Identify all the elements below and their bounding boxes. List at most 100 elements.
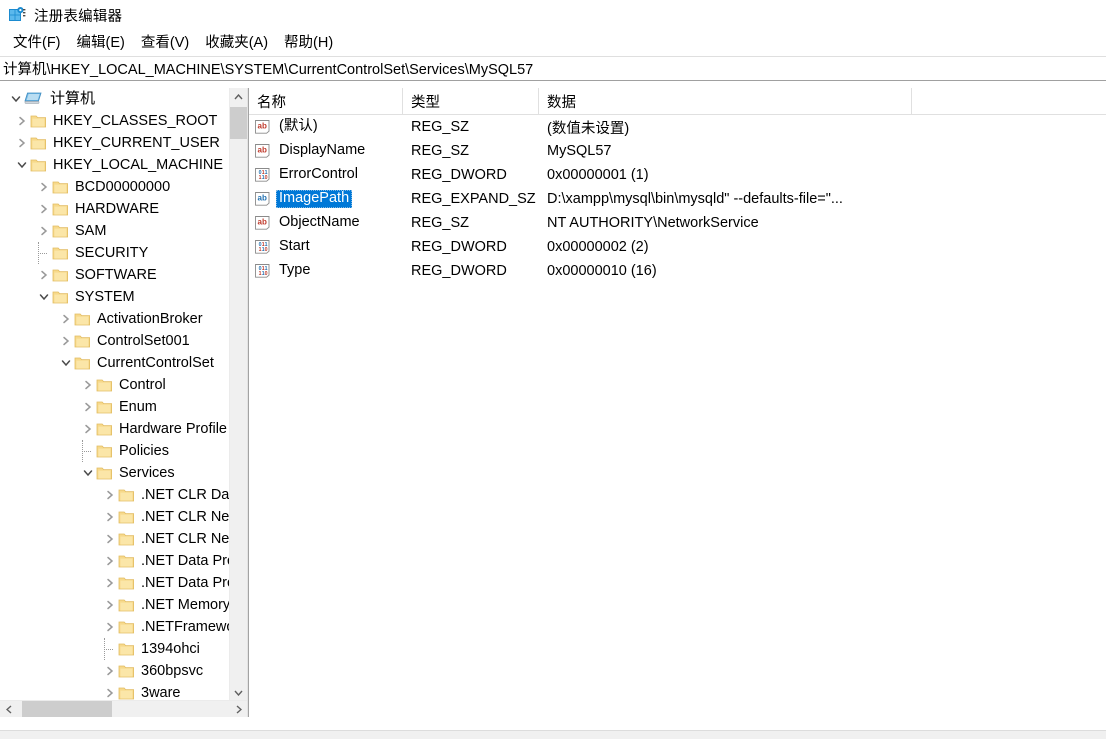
string-value-icon: ab [254,143,271,159]
tree-node-activationbroker[interactable]: ActivationBroker [0,308,247,330]
tree-horizontal-scrollbar[interactable] [0,700,247,717]
tree-node-label: HKEY_CURRENT_USER [53,135,220,151]
value-data-cell: 0x00000002 (2) [547,239,649,255]
tree-node-hkey-current-user[interactable]: HKEY_CURRENT_USER [0,132,247,154]
registry-value-row[interactable]: 0 1 1 1 1 0 Type REG_DWORD 0x00000010 (16) [249,259,1106,283]
folder-icon [118,686,135,701]
registry-value-row[interactable]: ab (默认) REG_SZ (数值未设置) [249,115,1106,139]
registry-value-row[interactable]: 0 1 1 1 1 0 Start REG_DWORD 0x00000002 (2) [249,235,1106,259]
column-header-name[interactable]: 名称 [249,88,403,114]
chevron-right-icon[interactable] [80,396,96,418]
svg-text:ab: ab [258,122,267,131]
tree-node-services[interactable]: Services [0,462,247,484]
chevron-down-icon[interactable] [8,88,24,110]
tree-node-net-clr-net[interactable]: .NET CLR Net [0,528,247,550]
scroll-right-arrow[interactable] [230,701,247,717]
folder-icon [118,664,135,679]
chevron-down-icon[interactable] [58,352,74,374]
chevron-right-icon[interactable] [58,330,74,352]
folder-icon [52,246,69,261]
tree-node-control[interactable]: Control [0,374,247,396]
tree-node-label: 3ware [141,685,181,701]
chevron-right-icon[interactable] [102,660,118,682]
folder-icon [30,158,47,173]
scroll-left-arrow[interactable] [0,701,17,717]
chevron-right-icon[interactable] [36,264,52,286]
registry-tree[interactable]: 计算机 HKEY_CLASSES_ROOT HKEY_CURRENT_USER HKE… [0,88,247,717]
tree-node-security[interactable]: SECURITY [0,242,247,264]
chevron-right-icon[interactable] [102,572,118,594]
tree-scroll-thumb[interactable] [230,107,247,139]
chevron-right-icon[interactable] [102,594,118,616]
chevron-right-icon[interactable] [102,616,118,638]
chevron-right-icon[interactable] [80,374,96,396]
column-header-data[interactable]: 数据 [539,88,912,114]
column-header-type[interactable]: 类型 [403,88,539,114]
tree-node-policies[interactable]: Policies [0,440,247,462]
tree-node-hkey-local-machine[interactable]: HKEY_LOCAL_MACHINE [0,154,247,176]
tree-node-360bpsvc[interactable]: 360bpsvc [0,660,247,682]
tree-node-net-clr-data[interactable]: .NET CLR Data [0,484,247,506]
value-name: ImagePath [276,190,353,208]
menu-view[interactable]: 查看(V) [133,29,197,55]
tree-node-1394ohci[interactable]: 1394ohci [0,638,247,660]
registry-value-row[interactable]: ab ObjectName REG_SZ NT AUTHORITY\NetworkSe… [249,211,1106,235]
tree-node-label: 计算机 [50,90,96,107]
tree-node-net-clr-net[interactable]: .NET CLR Net [0,506,247,528]
tree-hscroll-thumb[interactable] [22,701,112,717]
chevron-right-icon[interactable] [102,528,118,550]
value-data-cell: D:\xampp\mysql\bin\mysqld" --defaults-fi… [547,191,843,207]
chevron-right-icon[interactable] [80,418,96,440]
scroll-down-arrow[interactable] [230,684,247,701]
folder-icon [96,400,113,415]
tree-node-net-data-pro[interactable]: .NET Data Pro [0,572,247,594]
tree-node-hardware-profile[interactable]: Hardware Profile [0,418,247,440]
value-type-cell: REG_SZ [411,143,470,159]
tree-node-label: SYSTEM [75,289,135,305]
menu-help[interactable]: 帮助(H) [276,29,341,55]
tree-node-software[interactable]: SOFTWARE [0,264,247,286]
chevron-right-icon[interactable] [36,176,52,198]
tree-node-controlset001[interactable]: ControlSet001 [0,330,247,352]
chevron-right-icon[interactable] [102,506,118,528]
value-type-cell: REG_DWORD [411,263,507,279]
chevron-down-icon[interactable] [80,462,96,484]
tree-node-net-data-pro[interactable]: .NET Data Pro [0,550,247,572]
tree-node-sam[interactable]: SAM [0,220,247,242]
tree-node-bcd00000000[interactable]: BCD00000000 [0,176,247,198]
chevron-right-icon[interactable] [14,110,30,132]
scroll-up-arrow[interactable] [230,88,247,105]
tree-vertical-scrollbar[interactable] [229,88,247,701]
tree-node-label: 1394ohci [141,641,200,657]
folder-icon [118,532,135,547]
address-bar[interactable]: 计算机\HKEY_LOCAL_MACHINE\SYSTEM\CurrentCon… [0,56,1106,81]
chevron-right-icon[interactable] [36,198,52,220]
tree-hscroll-track[interactable] [17,701,230,717]
tree-node-hkey-classes-root[interactable]: HKEY_CLASSES_ROOT [0,110,247,132]
value-data-cell: NT AUTHORITY\NetworkService [547,215,759,231]
folder-icon [52,290,69,305]
tree-node-currentcontrolset[interactable]: CurrentControlSet [0,352,247,374]
chevron-right-icon[interactable] [36,220,52,242]
menu-edit[interactable]: 编辑(E) [69,29,133,55]
chevron-right-icon[interactable] [102,550,118,572]
tree-node-net-memory[interactable]: .NET Memory [0,594,247,616]
chevron-down-icon[interactable] [14,154,30,176]
registry-value-row[interactable]: ab ImagePath REG_EXPAND_SZ D:\xampp\mysql\b… [249,187,1106,211]
tree-node-hardware[interactable]: HARDWARE [0,198,247,220]
tree-node-netframewo[interactable]: .NETFramewo [0,616,247,638]
registry-value-row[interactable]: 0 1 1 1 1 0 ErrorControl REG_DWORD 0x00000001 (1… [249,163,1106,187]
chevron-right-icon[interactable] [102,484,118,506]
chevron-right-icon[interactable] [58,308,74,330]
folder-icon [52,180,69,195]
menu-favorites[interactable]: 收藏夹(A) [197,29,276,55]
chevron-right-icon[interactable] [14,132,30,154]
folder-icon [118,488,135,503]
registry-value-row[interactable]: ab DisplayName REG_SZ MySQL57 [249,139,1106,163]
menu-file[interactable]: 文件(F) [5,29,69,55]
tree-node-enum[interactable]: Enum [0,396,247,418]
tree-node-system[interactable]: SYSTEM [0,286,247,308]
registry-values-list[interactable]: ab (默认) REG_SZ (数值未设置) ab DisplayName REG_SZ My… [249,115,1106,283]
chevron-down-icon[interactable] [36,286,52,308]
tree-node-[interactable]: 计算机 [0,88,247,110]
